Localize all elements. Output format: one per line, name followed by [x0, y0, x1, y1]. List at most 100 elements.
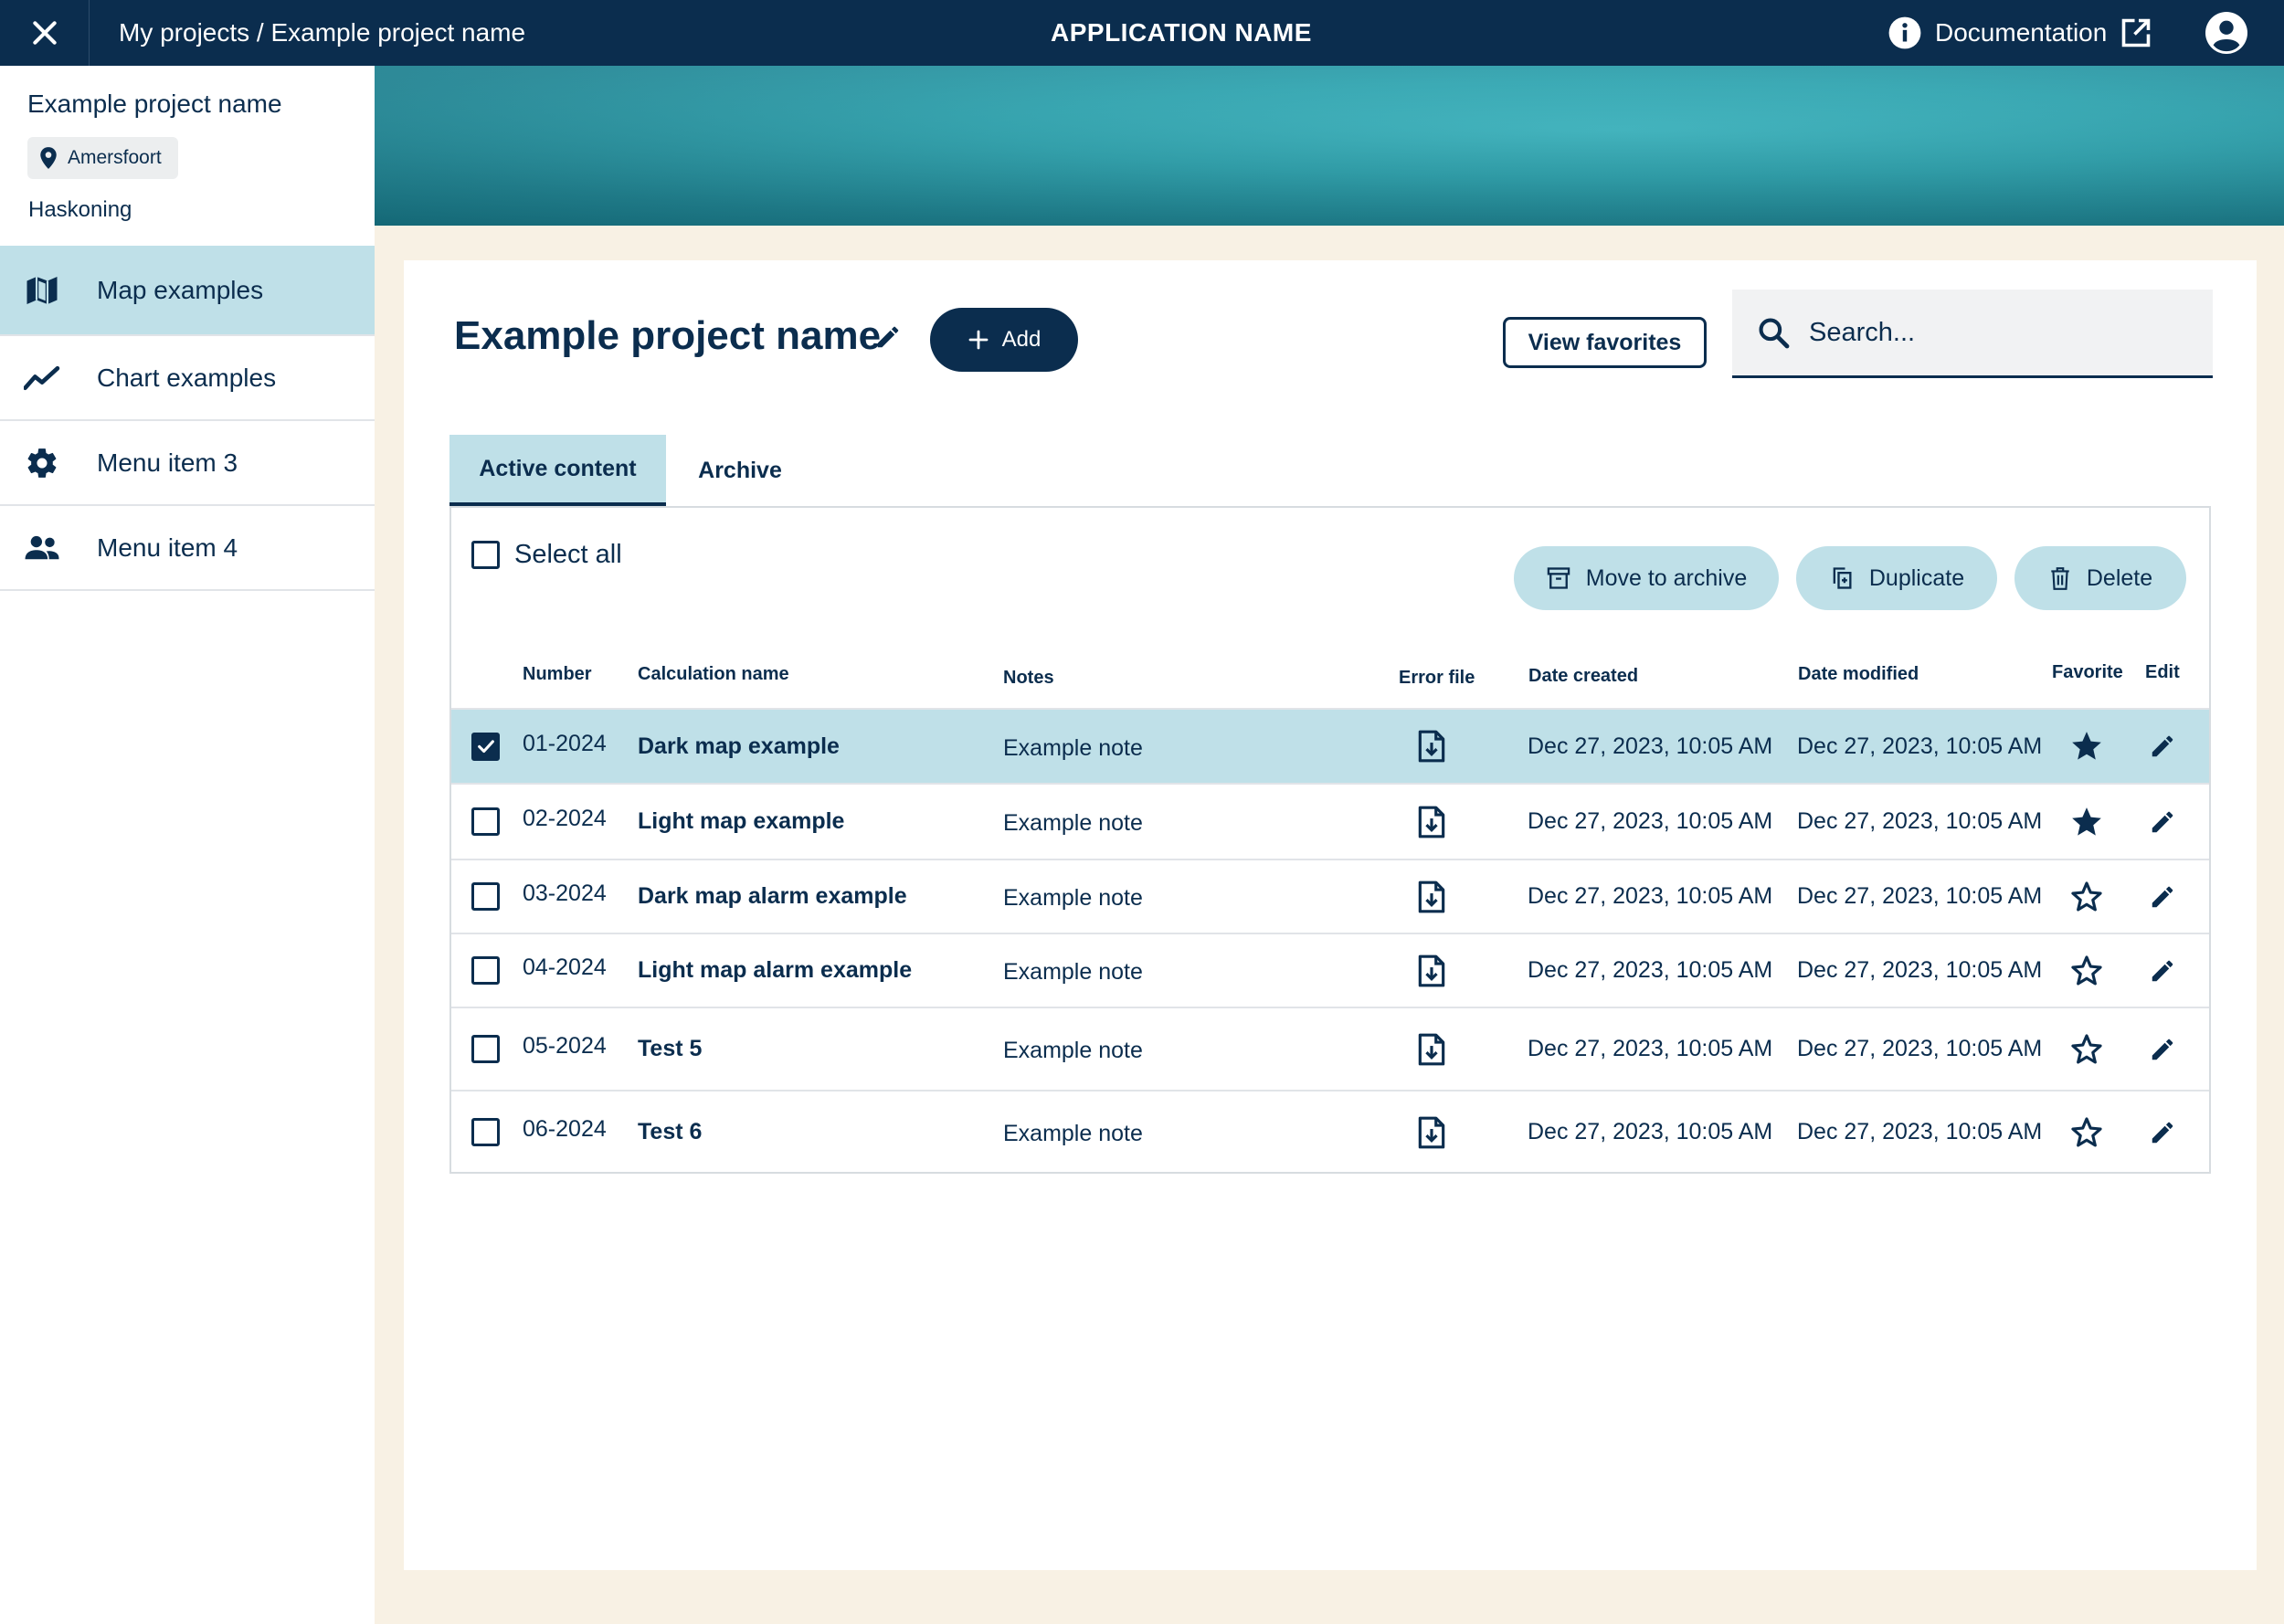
column-header-edit: Edit	[2145, 661, 2180, 682]
row-number: 04-2024	[523, 954, 607, 980]
documentation-label: Documentation	[1935, 18, 2108, 47]
close-button[interactable]	[0, 0, 90, 66]
pencil-icon	[2149, 1119, 2176, 1146]
column-header-date-created[interactable]: Date created	[1528, 643, 1638, 709]
row-calculation-name[interactable]: Test 6	[638, 1091, 702, 1173]
star-outline-icon	[2069, 1115, 2104, 1150]
row-date-modified: Dec 27, 2023, 10:05 AM	[1797, 1036, 2043, 1061]
file-download-icon	[1416, 1032, 1447, 1067]
error-file-download-button[interactable]	[1414, 710, 1449, 783]
people-icon	[0, 534, 97, 562]
sidebar-item-chart-examples[interactable]: Chart examples	[0, 336, 375, 421]
archive-icon	[1546, 565, 1571, 591]
row-calculation-name[interactable]: Dark map example	[638, 710, 840, 783]
error-file-download-button[interactable]	[1414, 860, 1449, 933]
table-row[interactable]: 06-2024 Test 6 Example note Dec 27, 2023, 1…	[451, 1090, 2209, 1173]
row-edit-button[interactable]	[2147, 1091, 2178, 1173]
sidebar: Example project name Amersfoort Haskonin…	[0, 66, 375, 1624]
column-header-calculation-name[interactable]: Calculation name	[638, 641, 789, 707]
row-number: 03-2024	[523, 881, 607, 906]
app-name: APPLICATION NAME	[1051, 18, 1312, 47]
star-outline-icon	[2069, 1032, 2104, 1067]
error-file-download-button[interactable]	[1414, 934, 1449, 1007]
favorite-toggle[interactable]	[2068, 1091, 2105, 1173]
table-row[interactable]: 03-2024 Dark map alarm example Example not…	[451, 859, 2209, 933]
favorite-toggle[interactable]	[2068, 860, 2105, 933]
row-checkbox[interactable]	[471, 807, 500, 836]
duplicate-button[interactable]: Duplicate	[1796, 546, 1997, 610]
add-label: Add	[1001, 327, 1042, 352]
row-calculation-name[interactable]: Light map example	[638, 785, 844, 859]
column-header-number[interactable]: Number	[523, 641, 592, 707]
favorite-toggle[interactable]	[2068, 934, 2105, 1007]
column-header-notes[interactable]: Notes	[1003, 645, 1054, 711]
table-row[interactable]: 01-2024 Dark map example Example note Dec 2…	[451, 708, 2209, 783]
table-row[interactable]: 02-2024 Light map example Example note Dec …	[451, 783, 2209, 859]
search-field[interactable]	[1732, 290, 2213, 378]
sidebar-item-map-examples[interactable]: Map examples	[0, 246, 375, 336]
row-checkbox[interactable]	[471, 882, 500, 911]
favorite-toggle[interactable]	[2068, 785, 2105, 859]
top-bar: My projects / Example project name APPLI…	[0, 0, 2284, 66]
column-header-error-file: Error file	[1399, 667, 1475, 688]
row-date-modified: Dec 27, 2023, 10:05 AM	[1797, 883, 2043, 909]
row-calculation-name[interactable]: Test 5	[638, 1008, 702, 1090]
file-download-icon	[1416, 729, 1447, 764]
tab-active-content[interactable]: Active content	[449, 435, 666, 506]
favorite-toggle[interactable]	[2068, 710, 2105, 783]
row-checkbox[interactable]	[471, 1035, 500, 1063]
sidebar-item-menu-4[interactable]: Menu item 4	[0, 506, 375, 591]
column-header-date-modified[interactable]: Date modified	[1798, 641, 1919, 707]
breadcrumb[interactable]: My projects / Example project name	[119, 0, 525, 66]
documentation-link[interactable]: Documentation	[1887, 0, 2152, 66]
row-edit-button[interactable]	[2147, 1008, 2178, 1090]
row-edit-button[interactable]	[2147, 710, 2178, 783]
pencil-icon	[2149, 1036, 2176, 1063]
duplicate-label: Duplicate	[1868, 564, 1965, 591]
star-outline-icon	[2069, 880, 2104, 914]
search-icon	[1732, 315, 1809, 350]
star-filled-icon	[2069, 729, 2104, 764]
row-date-created: Dec 27, 2023, 10:05 AM	[1528, 1036, 1773, 1061]
content-panel: Select all Move to archive Duplicate Del…	[449, 506, 2211, 1174]
close-icon	[30, 18, 59, 47]
favorite-toggle[interactable]	[2068, 1008, 2105, 1090]
sidebar-item-label: Chart examples	[97, 363, 277, 392]
row-date-modified: Dec 27, 2023, 10:05 AM	[1797, 957, 2043, 983]
row-edit-button[interactable]	[2147, 934, 2178, 1007]
row-checkbox[interactable]	[471, 956, 500, 985]
row-checkbox[interactable]	[471, 1118, 500, 1146]
search-input[interactable]	[1809, 317, 2193, 348]
tab-archive[interactable]: Archive	[666, 435, 814, 506]
row-checkbox[interactable]	[471, 732, 500, 761]
location-chip: Amersfoort	[27, 137, 178, 179]
edit-title-button[interactable]	[872, 321, 904, 353]
error-file-download-button[interactable]	[1414, 1091, 1449, 1173]
error-file-download-button[interactable]	[1414, 1008, 1449, 1090]
view-favorites-button[interactable]: View favorites	[1503, 317, 1707, 368]
row-date-created: Dec 27, 2023, 10:05 AM	[1528, 883, 1773, 909]
row-number: 01-2024	[523, 730, 607, 756]
select-all-label: Select all	[514, 540, 622, 569]
select-all[interactable]: Select all	[471, 540, 622, 570]
error-file-download-button[interactable]	[1414, 785, 1449, 859]
sidebar-item-menu-3[interactable]: Menu item 3	[0, 421, 375, 506]
location-pin-icon	[38, 146, 58, 170]
row-calculation-name[interactable]: Dark map alarm example	[638, 860, 907, 933]
table-row[interactable]: 04-2024 Light map alarm example Example no…	[451, 933, 2209, 1007]
delete-button[interactable]: Delete	[2014, 546, 2186, 610]
row-calculation-name[interactable]: Light map alarm example	[638, 934, 912, 1007]
row-number: 06-2024	[523, 1116, 607, 1142]
move-to-archive-button[interactable]: Move to archive	[1514, 546, 1779, 610]
row-number: 02-2024	[523, 806, 607, 831]
pencil-icon	[2149, 733, 2176, 760]
table-row[interactable]: 05-2024 Test 5 Example note Dec 27, 2023, 1…	[451, 1007, 2209, 1090]
row-edit-button[interactable]	[2147, 860, 2178, 933]
row-notes: Example note	[1003, 959, 1143, 985]
account-button[interactable]	[2205, 12, 2247, 54]
add-button[interactable]: Add	[930, 308, 1078, 372]
duplicate-icon	[1829, 565, 1855, 591]
select-all-checkbox[interactable]	[471, 541, 500, 569]
row-edit-button[interactable]	[2147, 785, 2178, 859]
info-icon	[1887, 16, 1922, 50]
